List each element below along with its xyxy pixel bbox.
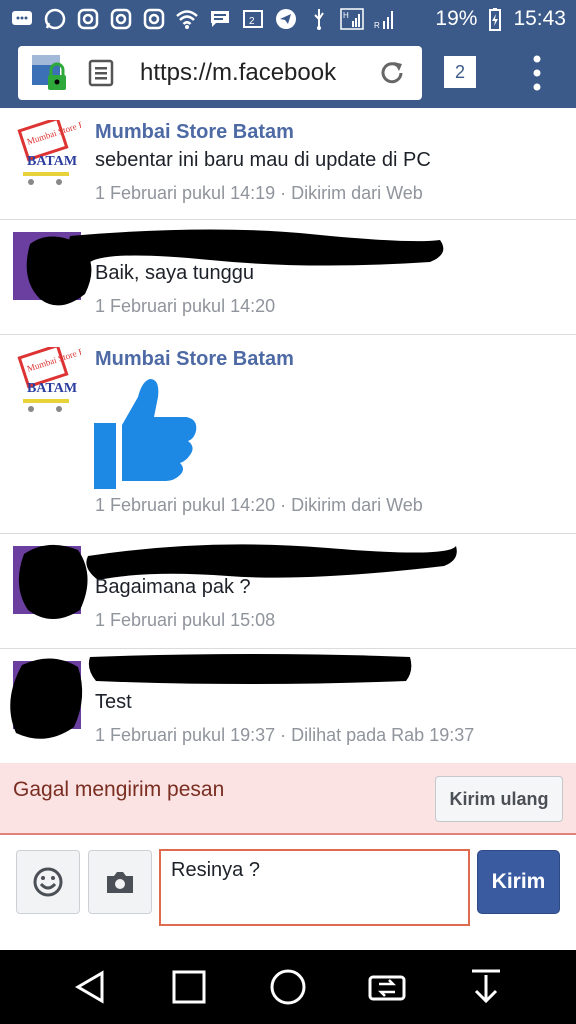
message-item: Mumbai Store BATAM BATAM Mumbai Store Ba… bbox=[0, 335, 576, 534]
usb-icon bbox=[307, 7, 331, 31]
reader-mode-icon[interactable] bbox=[88, 59, 114, 87]
message-notification-icon bbox=[10, 7, 34, 31]
failure-text: Gagal mengirim pesan bbox=[13, 778, 225, 801]
message-item: Baik, saya tunggu 1 Februari pukul 14:20 bbox=[0, 220, 576, 335]
camera-button[interactable] bbox=[88, 850, 152, 914]
switch-sim-icon[interactable] bbox=[367, 967, 407, 1007]
message-meta: 1 Februari pukul 14:20 bbox=[95, 296, 276, 316]
store-avatar[interactable]: Mumbai Store BATAM BATAM bbox=[13, 120, 81, 188]
hide-nav-icon[interactable] bbox=[466, 967, 506, 1007]
svg-text:BATAM: BATAM bbox=[27, 381, 77, 396]
message-meta: 1 Februari pukul 19:37 · Dilihat pada Ra… bbox=[95, 725, 475, 745]
status-bar: 2 H R 19% 15:43 bbox=[0, 0, 576, 38]
android-nav-bar bbox=[0, 950, 576, 1024]
message-text: Bagaimana pak ? bbox=[95, 576, 251, 598]
wifi-icon bbox=[175, 7, 199, 31]
instagram-icon bbox=[109, 7, 133, 31]
message-text: Test bbox=[95, 691, 132, 713]
tab-switcher-button[interactable]: 2 bbox=[444, 56, 476, 88]
site-lock-icon[interactable] bbox=[30, 53, 70, 93]
camera-icon bbox=[107, 872, 133, 893]
message-text: Baik, saya tunggu bbox=[95, 262, 254, 284]
svg-text:H: H bbox=[343, 11, 349, 20]
signal-h-icon: H bbox=[340, 7, 364, 31]
recents-icon[interactable] bbox=[169, 967, 209, 1007]
smiley-icon bbox=[33, 867, 63, 897]
like-thumbs-up-icon bbox=[94, 379, 197, 489]
instagram-icon bbox=[76, 7, 100, 31]
store-avatar[interactable]: Mumbai Store BATAM BATAM bbox=[13, 347, 81, 415]
message-composer: Resinya ? Kirim bbox=[0, 836, 576, 950]
battery-percent: 19% bbox=[435, 7, 478, 30]
home-icon[interactable] bbox=[268, 967, 308, 1007]
message-thread: Mumbai Store BATAM BATAM Mumbai Store Ba… bbox=[0, 108, 576, 764]
svg-text:R: R bbox=[374, 21, 380, 30]
whatsapp-icon bbox=[43, 7, 67, 31]
back-icon[interactable] bbox=[70, 967, 110, 1007]
retry-send-button[interactable]: Kirim ulang bbox=[435, 776, 563, 822]
message-item: Bagaimana pak ? 1 Februari pukul 15:08 bbox=[0, 534, 576, 649]
message-item: Mumbai Store BATAM BATAM Mumbai Store Ba… bbox=[0, 108, 576, 220]
signal-icon: R bbox=[373, 7, 397, 31]
message-text: sebentar ini baru mau di update di PC bbox=[95, 149, 431, 171]
emoji-button[interactable] bbox=[16, 850, 80, 914]
svg-text:BATAM: BATAM bbox=[27, 154, 77, 169]
url-text[interactable]: https://m.facebook bbox=[140, 59, 354, 87]
message-sender[interactable]: Mumbai Store Batam bbox=[95, 348, 294, 371]
message-sender[interactable]: Mumbai Store Batam bbox=[95, 121, 294, 144]
send-failure-banner: Gagal mengirim pesan Kirim ulang bbox=[0, 763, 576, 835]
message-meta: 1 Februari pukul 15:08 bbox=[95, 610, 276, 630]
telegram-icon bbox=[274, 7, 298, 31]
message-meta: 1 Februari pukul 14:20 · Dikirim dari We… bbox=[95, 495, 423, 515]
clock: 15:43 bbox=[513, 7, 566, 30]
sim-2-icon: 2 bbox=[241, 7, 265, 31]
message-meta: 1 Februari pukul 14:19 · Dikirim dari We… bbox=[95, 183, 423, 203]
instagram-icon bbox=[142, 7, 166, 31]
message-item: Test 1 Februari pukul 19:37 · Dilihat pa… bbox=[0, 649, 576, 764]
url-box[interactable]: https://m.facebook bbox=[18, 46, 422, 100]
reload-icon[interactable] bbox=[378, 59, 406, 87]
send-button[interactable]: Kirim bbox=[477, 850, 560, 914]
overflow-menu-icon[interactable] bbox=[530, 54, 544, 92]
message-input[interactable]: Resinya ? bbox=[159, 849, 470, 926]
svg-text:2: 2 bbox=[249, 16, 255, 27]
battery-charging-icon bbox=[483, 7, 507, 31]
chat-icon bbox=[208, 7, 232, 31]
browser-toolbar: https://m.facebook 2 bbox=[0, 38, 576, 108]
